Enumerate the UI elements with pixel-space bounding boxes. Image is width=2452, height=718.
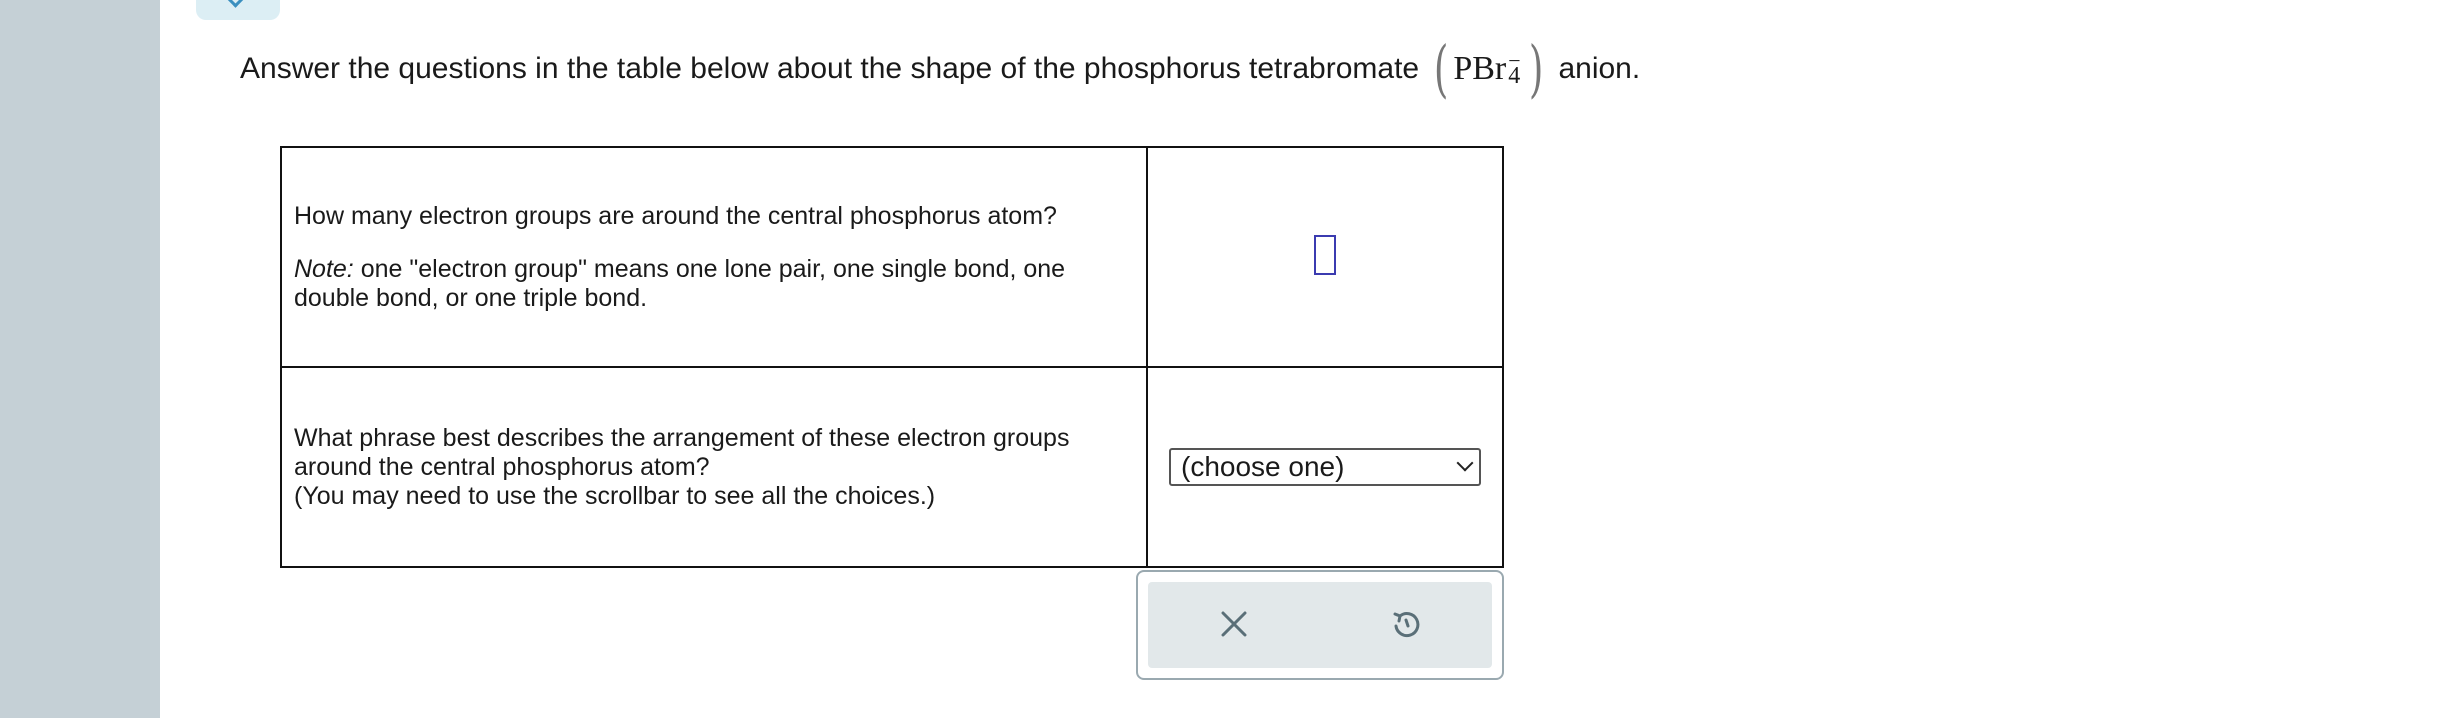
action-bar	[1148, 582, 1492, 668]
chevron-down-icon	[226, 0, 245, 8]
question-cell-arrangement: What phrase best describes the arrangeme…	[280, 366, 1148, 568]
left-paren: (	[1433, 32, 1449, 105]
electron-group-note: Note: one "electron group" means one lon…	[294, 255, 1134, 313]
note-text: one "electron group" means one lone pair…	[294, 254, 1066, 312]
undo-button[interactable]	[1386, 604, 1426, 644]
chemical-formula: ( PBr − 4 )	[1429, 38, 1548, 100]
table-row: What phrase best describes the arrangeme…	[280, 366, 1504, 568]
question-text-end: anion.	[1558, 52, 1641, 85]
question-cell-electron-groups: How many electron groups are around the …	[280, 146, 1148, 368]
formula-base: PBr	[1453, 50, 1507, 87]
formula-pbr4: PBr − 4	[1453, 44, 1524, 94]
arrangement-question: What phrase best describes the arrangeme…	[294, 423, 1070, 481]
note-label: Note:	[294, 254, 354, 283]
right-paren: )	[1529, 32, 1544, 105]
undo-icon	[1393, 612, 1420, 638]
action-panel	[1136, 570, 1504, 680]
electron-groups-input[interactable]	[1314, 234, 1336, 275]
question-text: Answer the questions in the table below …	[240, 52, 1420, 85]
arrangement-select-value: (choose one)	[1181, 451, 1345, 482]
arrangement-select[interactable]: (choose one)	[1169, 448, 1481, 486]
x-icon	[1221, 611, 1247, 637]
question-table: How many electron groups are around the …	[280, 146, 1504, 568]
formula-ion: − 4	[1508, 50, 1520, 89]
left-sidebar	[0, 0, 160, 718]
answer-cell-arrangement: (choose one)	[1146, 366, 1504, 568]
clear-button[interactable]	[1214, 604, 1254, 644]
formula-charge: −	[1508, 48, 1521, 73]
electron-groups-question: How many electron groups are around the …	[294, 201, 1057, 230]
scrollbar-hint: (You may need to use the scrollbar to se…	[294, 481, 936, 510]
table-row: How many electron groups are around the …	[280, 146, 1504, 368]
question-prompt: Answer the questions in the table below …	[240, 38, 1640, 100]
collapse-tab[interactable]	[196, 0, 280, 20]
answer-cell-electron-groups	[1146, 146, 1504, 368]
chevron-down-icon	[1456, 454, 1474, 472]
